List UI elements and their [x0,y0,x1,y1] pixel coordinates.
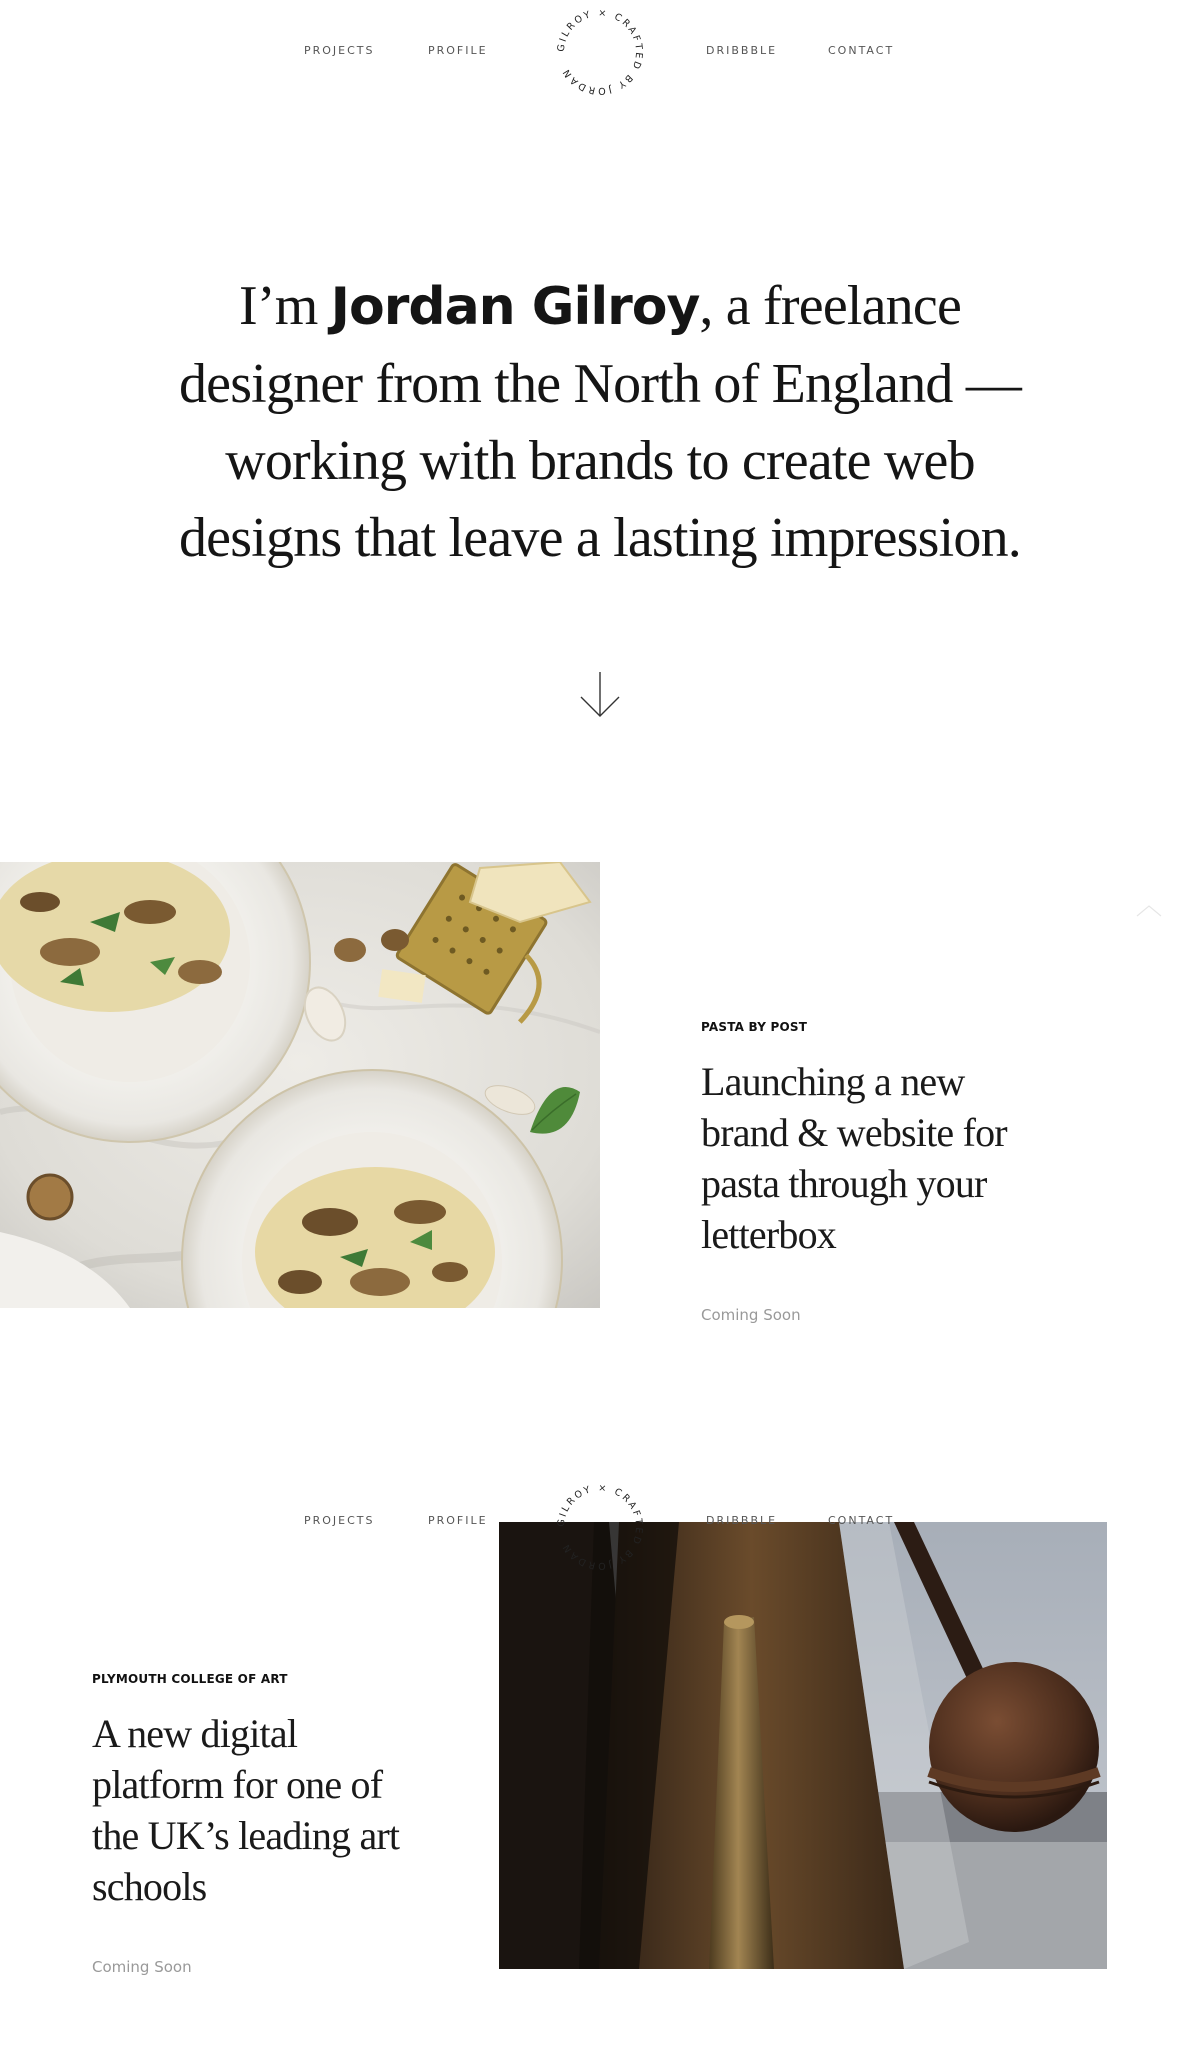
hero-name: Jordan Gilroy [330,277,701,337]
project-pasta-text: Pasta by Post Launching a new brand & we… [701,1020,1031,1324]
nav-dribbble-link[interactable]: Dribbble [706,1514,777,1527]
pasta-photo-icon [0,862,600,1308]
logo-ring-textpath: Gilroy × Crafted by Jordan [556,8,642,96]
sticky-nav: Projects Profile Gilroy × Crafted by Jor… [0,1483,1200,1622]
project-title-line: Launching a new [701,1059,965,1104]
project-title-line: letterbox [701,1212,837,1257]
project-title-line: brand & website for [701,1110,1008,1155]
logo-ring-icon: Gilroy × Crafted by Jordan [556,8,644,96]
logo-ring-textpath: Gilroy × Crafted by Jordan [556,1483,642,1571]
hero-intro: I’m [239,275,331,337]
project-status: Coming Soon [701,1306,801,1324]
nav-projects-link[interactable]: Projects [304,1514,375,1527]
hero-line3: working with brands to create web [225,430,975,492]
project-title[interactable]: A new digital platform for one of the UK… [92,1708,422,1912]
project-plymouth-text: Plymouth College of Art A new digital pl… [92,1672,422,1976]
project-title-line: pasta through your [701,1161,987,1206]
logo-ring-text: Gilroy × Crafted by Jordan [556,1483,644,1571]
project-client-label: Pasta by Post [701,1020,808,1034]
top-nav: Projects Profile Gilroy × Crafted by Jor… [0,0,1200,120]
logo-ring-text: Gilroy × Crafted by Jordan [556,8,644,96]
project-client-label: Plymouth College of Art [92,1672,288,1686]
project-title-line: platform for one of [92,1762,383,1807]
hero-line1-rest: , a freelance [699,275,961,337]
hero-statement: I’m Jordan Gilroy, a freelance designer … [150,268,1050,577]
project-title-line: schools [92,1864,207,1909]
project-title[interactable]: Launching a new brand & website for past… [701,1056,1031,1260]
project-title-line: the UK’s leading art [92,1813,400,1858]
nav-profile-link[interactable]: Profile [428,1514,488,1527]
nav-profile-link[interactable]: Profile [428,44,488,57]
project-title-line: A new digital [92,1711,298,1756]
hero-line2: designer from the North of England — [178,353,1022,415]
nav-projects-link[interactable]: Projects [304,44,375,57]
scroll-down-arrow-icon[interactable] [578,670,622,720]
nav-contact-link[interactable]: Contact [828,44,894,57]
project-image-pasta[interactable] [0,862,600,1308]
project-status: Coming Soon [92,1958,192,1976]
logo-ring[interactable]: Gilroy × Crafted by Jordan [550,2,650,102]
nav-dribbble-link[interactable]: Dribbble [706,44,777,57]
hero-line4: designs that leave a lasting impression. [178,507,1022,569]
logo-ring[interactable]: Gilroy × Crafted by Jordan [550,1477,650,1577]
logo-ring-icon: Gilroy × Crafted by Jordan [556,1483,644,1571]
chevron-up-icon [1136,904,1162,917]
nav-contact-link[interactable]: Contact [828,1514,894,1527]
